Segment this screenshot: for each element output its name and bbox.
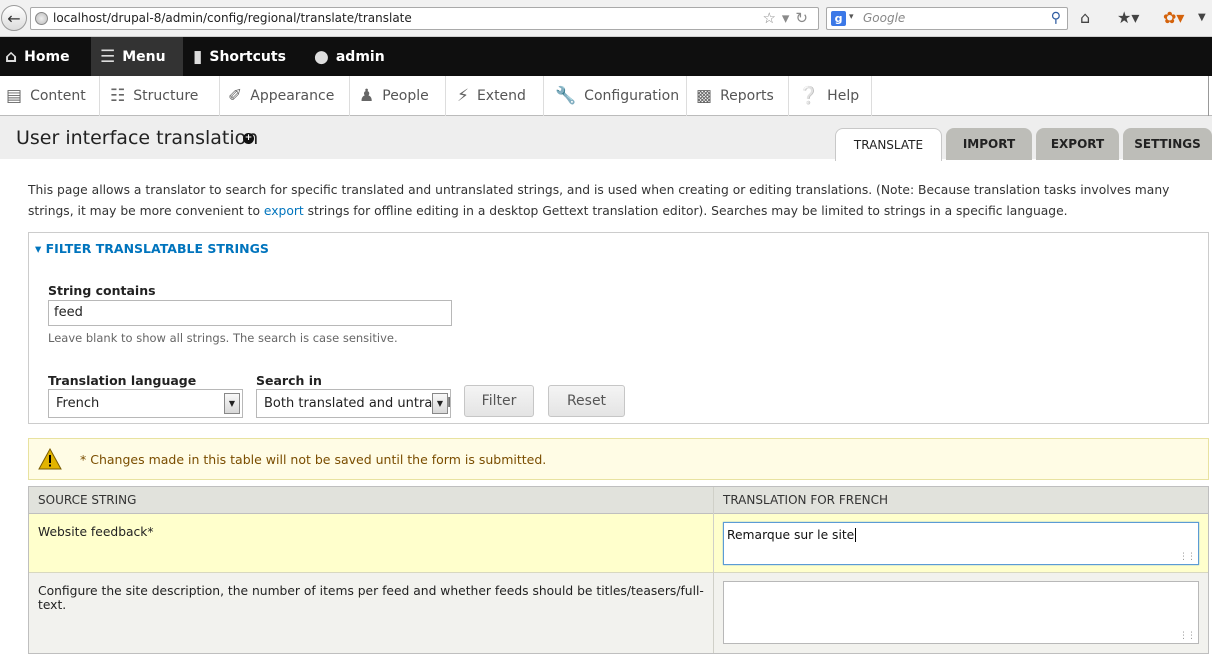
tray-item-reports[interactable]: ▩ Reports (690, 76, 789, 116)
browser-home-icon[interactable]: ⌂ (1080, 8, 1090, 27)
tray-item-extend[interactable]: ⚡ Extend (451, 76, 544, 116)
add-shortcut-icon[interactable]: + (243, 133, 254, 144)
admin-toolbar: ⌂ Home ☰ Menu ▮ Shortcuts ● admin (0, 37, 1212, 76)
tab-settings[interactable]: SETTINGS (1123, 128, 1212, 160)
translation-table: SOURCE STRING TRANSLATION FOR FRENCH Web… (28, 486, 1209, 654)
tray-item-label: People (382, 88, 429, 104)
reset-button[interactable]: Reset (548, 385, 625, 417)
page-header: User interface translation + TRANSLATE I… (0, 116, 1212, 161)
source-string-cell: Website feedback* (38, 525, 154, 539)
source-string-header: SOURCE STRING (29, 487, 714, 514)
toolbar-shortcuts-label: Shortcuts (209, 48, 286, 65)
tray-item-structure[interactable]: ☷ Structure (104, 76, 220, 116)
tray-item-label: Extend (476, 88, 526, 104)
filter-legend[interactable]: ▾ FILTER TRANSLATABLE STRINGS (35, 241, 269, 256)
browser-toolbar: ← localhost/drupal-8/admin/config/region… (0, 0, 1212, 37)
translation-language-label: Translation language (48, 373, 197, 388)
report-icon: ▩ (696, 86, 713, 106)
string-contains-label: String contains (48, 283, 156, 298)
tray-item-configuration[interactable]: 🔧 Configuration (549, 76, 687, 116)
resize-grip-icon[interactable]: ⋮⋮ (1179, 631, 1196, 641)
tray-item-label: Appearance (250, 88, 335, 104)
description-text: strings for offline editing in a desktop… (303, 204, 1068, 218)
tray-orientation-toggle[interactable] (1208, 76, 1212, 116)
addon-icon[interactable]: ✿▾ (1163, 8, 1184, 27)
toolbar-user-label: admin (335, 48, 385, 65)
warning-icon (38, 448, 62, 470)
tab-import[interactable]: IMPORT (946, 128, 1032, 160)
plug-icon: ⚡ (457, 86, 469, 106)
address-bar[interactable]: localhost/drupal-8/admin/config/regional… (30, 7, 819, 30)
resize-grip-icon[interactable]: ⋮⋮ (1179, 552, 1196, 562)
toolbar-menu[interactable]: ☰ Menu (91, 37, 183, 76)
sitemap-icon: ☷ (110, 86, 126, 106)
document-icon: ▤ (6, 86, 23, 106)
tray-item-label: Help (827, 88, 860, 104)
google-icon[interactable]: g (831, 11, 846, 26)
magnifier-icon[interactable]: ⚲ (1051, 10, 1061, 26)
globe-icon (35, 12, 48, 25)
text-cursor (855, 528, 857, 542)
tray-item-appearance[interactable]: ✐ Appearance (222, 76, 350, 116)
translation-language-select[interactable]: French ▼ (48, 389, 243, 418)
source-string-cell: Configure the site description, the numb… (38, 584, 704, 612)
tray-item-label: Reports (720, 88, 774, 104)
search-in-label: Search in (256, 373, 322, 388)
warning-text: * Changes made in this table will not be… (80, 452, 547, 467)
help-icon: ❔ (798, 86, 820, 106)
search-in-select[interactable]: Both translated and untranslated strings… (256, 389, 451, 418)
search-placeholder: Google (863, 11, 906, 25)
wrench-icon: 🔧 (555, 86, 577, 106)
engine-dropdown-icon[interactable]: ▾ (849, 12, 854, 22)
translation-textarea[interactable]: Remarque sur le site ⋮⋮ (723, 522, 1199, 565)
bookmarks-menu-icon[interactable]: ★▾ (1117, 8, 1139, 27)
column-divider (713, 487, 714, 653)
people-icon: ♟ (359, 86, 375, 106)
translation-header: TRANSLATION FOR FRENCH (714, 487, 1208, 514)
filter-legend-label: FILTER TRANSLATABLE STRINGS (45, 241, 269, 256)
overflow-menu-icon[interactable]: ▼ (1198, 12, 1206, 23)
warning-message: * Changes made in this table will not be… (28, 438, 1209, 480)
search-in-value: Both translated and untranslated strings (264, 396, 451, 411)
home-icon: ⌂ (5, 46, 18, 67)
toolbar-menu-label: Menu (122, 48, 166, 65)
toolbar-user[interactable]: ● admin (314, 37, 404, 76)
tray-item-people[interactable]: ♟ People (353, 76, 446, 116)
back-arrow-icon[interactable]: ← (1, 5, 27, 31)
translation-language-value: French (56, 396, 100, 411)
user-icon: ● (314, 46, 329, 67)
hamburger-icon: ☰ (100, 46, 116, 67)
tray-item-help[interactable]: ❔ Help (792, 76, 872, 116)
filter-button[interactable]: Filter (464, 385, 534, 417)
toolbar-home[interactable]: ⌂ Home (5, 37, 89, 76)
tray-item-label: Content (30, 88, 86, 104)
page-title: User interface translation (16, 127, 259, 149)
toolbar-shortcuts[interactable]: ▮ Shortcuts (193, 37, 303, 76)
translation-textarea[interactable]: ⋮⋮ (723, 581, 1199, 644)
url-text: localhost/drupal-8/admin/config/regional… (53, 11, 412, 25)
page-description: This page allows a translator to search … (28, 180, 1212, 222)
string-contains-help: Leave blank to show all strings. The sea… (48, 331, 398, 345)
string-contains-input[interactable]: feed (48, 300, 452, 326)
chevron-down-icon: ▼ (224, 393, 240, 414)
paintbrush-icon: ✐ (228, 86, 243, 106)
bookmark-star-icon[interactable]: ☆▾↻ (762, 9, 814, 27)
bookmark-icon: ▮ (193, 46, 203, 67)
admin-tray: ▤ Content ☷ Structure ✐ Appearance ♟ Peo… (0, 76, 1212, 116)
browser-search-box[interactable]: g ▾ Google ⚲ (826, 7, 1068, 30)
tab-export[interactable]: EXPORT (1036, 128, 1119, 160)
export-link[interactable]: export (264, 204, 304, 218)
tray-item-label: Structure (133, 88, 199, 104)
tray-item-label: Configuration (584, 88, 680, 104)
translation-value: Remarque sur le site (727, 528, 855, 542)
toolbar-home-label: Home (24, 48, 70, 65)
tray-item-content[interactable]: ▤ Content (0, 76, 100, 116)
filter-fieldset: ▾ FILTER TRANSLATABLE STRINGS String con… (28, 232, 1209, 424)
chevron-down-icon: ▼ (432, 393, 448, 414)
tab-translate[interactable]: TRANSLATE (835, 128, 942, 161)
